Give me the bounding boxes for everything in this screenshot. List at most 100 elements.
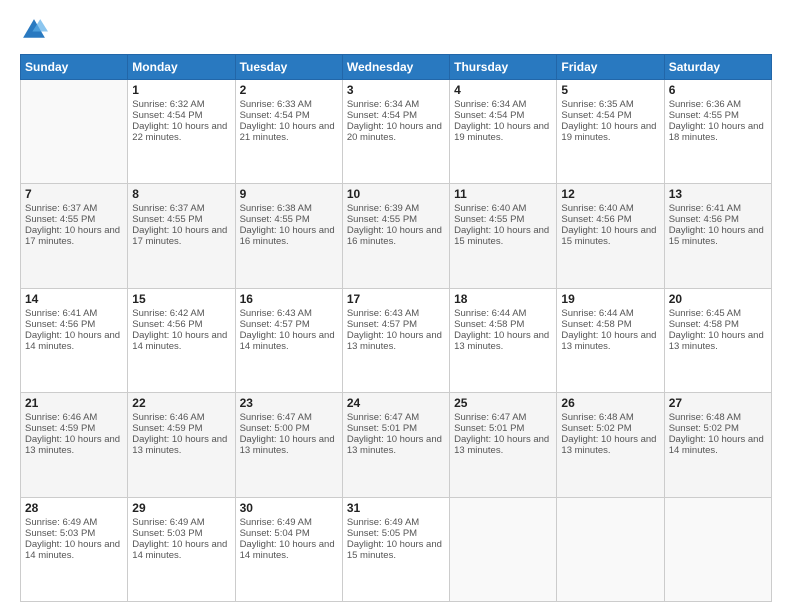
daylight: Daylight: 10 hours and 21 minutes.: [240, 121, 335, 143]
day-number: 21: [25, 396, 123, 410]
sunset: Sunset: 5:02 PM: [561, 423, 631, 434]
calendar-cell: 26 Sunrise: 6:48 AM Sunset: 5:02 PM Dayl…: [557, 393, 664, 497]
sunrise: Sunrise: 6:34 AM: [347, 99, 419, 110]
sunrise: Sunrise: 6:46 AM: [132, 412, 204, 423]
day-number: 7: [25, 187, 123, 201]
sunset: Sunset: 4:55 PM: [347, 214, 417, 225]
daylight: Daylight: 10 hours and 13 minutes.: [347, 434, 442, 456]
daylight: Daylight: 10 hours and 14 minutes.: [240, 539, 335, 561]
sunrise: Sunrise: 6:35 AM: [561, 99, 633, 110]
sunset: Sunset: 4:58 PM: [454, 319, 524, 330]
col-monday: Monday: [128, 55, 235, 80]
calendar-cell: 17 Sunrise: 6:43 AM Sunset: 4:57 PM Dayl…: [342, 288, 449, 392]
calendar-cell: 11 Sunrise: 6:40 AM Sunset: 4:55 PM Dayl…: [450, 184, 557, 288]
sunset: Sunset: 4:56 PM: [669, 214, 739, 225]
sunrise: Sunrise: 6:37 AM: [25, 203, 97, 214]
daylight: Daylight: 10 hours and 13 minutes.: [669, 330, 764, 352]
daylight: Daylight: 10 hours and 13 minutes.: [240, 434, 335, 456]
calendar-cell: 6 Sunrise: 6:36 AM Sunset: 4:55 PM Dayli…: [664, 80, 771, 184]
daylight: Daylight: 10 hours and 14 minutes.: [132, 539, 227, 561]
calendar-cell: 13 Sunrise: 6:41 AM Sunset: 4:56 PM Dayl…: [664, 184, 771, 288]
sunrise: Sunrise: 6:48 AM: [669, 412, 741, 423]
day-number: 13: [669, 187, 767, 201]
sunrise: Sunrise: 6:38 AM: [240, 203, 312, 214]
logo: [20, 16, 52, 44]
day-number: 20: [669, 292, 767, 306]
daylight: Daylight: 10 hours and 13 minutes.: [25, 434, 120, 456]
sunset: Sunset: 5:00 PM: [240, 423, 310, 434]
sunset: Sunset: 4:56 PM: [25, 319, 95, 330]
sunset: Sunset: 4:59 PM: [132, 423, 202, 434]
calendar-cell: [21, 80, 128, 184]
calendar-cell: 7 Sunrise: 6:37 AM Sunset: 4:55 PM Dayli…: [21, 184, 128, 288]
day-number: 30: [240, 501, 338, 515]
sunset: Sunset: 4:54 PM: [347, 110, 417, 121]
day-number: 14: [25, 292, 123, 306]
daylight: Daylight: 10 hours and 14 minutes.: [25, 539, 120, 561]
daylight: Daylight: 10 hours and 14 minutes.: [240, 330, 335, 352]
sunrise: Sunrise: 6:33 AM: [240, 99, 312, 110]
sunrise: Sunrise: 6:49 AM: [240, 517, 312, 528]
sunset: Sunset: 4:55 PM: [240, 214, 310, 225]
day-number: 5: [561, 83, 659, 97]
calendar-week-row: 1 Sunrise: 6:32 AM Sunset: 4:54 PM Dayli…: [21, 80, 772, 184]
col-wednesday: Wednesday: [342, 55, 449, 80]
calendar-header-row: Sunday Monday Tuesday Wednesday Thursday…: [21, 55, 772, 80]
calendar-cell: 9 Sunrise: 6:38 AM Sunset: 4:55 PM Dayli…: [235, 184, 342, 288]
calendar-cell: 18 Sunrise: 6:44 AM Sunset: 4:58 PM Dayl…: [450, 288, 557, 392]
day-number: 11: [454, 187, 552, 201]
col-tuesday: Tuesday: [235, 55, 342, 80]
sunrise: Sunrise: 6:47 AM: [347, 412, 419, 423]
daylight: Daylight: 10 hours and 19 minutes.: [561, 121, 656, 143]
daylight: Daylight: 10 hours and 15 minutes.: [454, 225, 549, 247]
sunrise: Sunrise: 6:39 AM: [347, 203, 419, 214]
sunrise: Sunrise: 6:37 AM: [132, 203, 204, 214]
daylight: Daylight: 10 hours and 14 minutes.: [25, 330, 120, 352]
calendar-cell: 21 Sunrise: 6:46 AM Sunset: 4:59 PM Dayl…: [21, 393, 128, 497]
sunrise: Sunrise: 6:49 AM: [25, 517, 97, 528]
sunset: Sunset: 4:57 PM: [347, 319, 417, 330]
sunset: Sunset: 5:03 PM: [25, 528, 95, 539]
sunset: Sunset: 4:55 PM: [25, 214, 95, 225]
sunrise: Sunrise: 6:41 AM: [669, 203, 741, 214]
calendar-cell: 12 Sunrise: 6:40 AM Sunset: 4:56 PM Dayl…: [557, 184, 664, 288]
page-header: [20, 16, 772, 44]
sunset: Sunset: 4:58 PM: [669, 319, 739, 330]
daylight: Daylight: 10 hours and 19 minutes.: [454, 121, 549, 143]
daylight: Daylight: 10 hours and 13 minutes.: [561, 330, 656, 352]
day-number: 8: [132, 187, 230, 201]
calendar-cell: 19 Sunrise: 6:44 AM Sunset: 4:58 PM Dayl…: [557, 288, 664, 392]
day-number: 4: [454, 83, 552, 97]
sunset: Sunset: 4:54 PM: [240, 110, 310, 121]
daylight: Daylight: 10 hours and 13 minutes.: [132, 434, 227, 456]
day-number: 31: [347, 501, 445, 515]
sunset: Sunset: 5:01 PM: [454, 423, 524, 434]
calendar-cell: [664, 497, 771, 601]
daylight: Daylight: 10 hours and 20 minutes.: [347, 121, 442, 143]
sunrise: Sunrise: 6:44 AM: [561, 308, 633, 319]
calendar-cell: 25 Sunrise: 6:47 AM Sunset: 5:01 PM Dayl…: [450, 393, 557, 497]
day-number: 9: [240, 187, 338, 201]
calendar-cell: [557, 497, 664, 601]
logo-icon: [20, 16, 48, 44]
sunrise: Sunrise: 6:32 AM: [132, 99, 204, 110]
sunset: Sunset: 4:58 PM: [561, 319, 631, 330]
sunset: Sunset: 4:56 PM: [561, 214, 631, 225]
sunrise: Sunrise: 6:40 AM: [454, 203, 526, 214]
day-number: 18: [454, 292, 552, 306]
day-number: 16: [240, 292, 338, 306]
day-number: 1: [132, 83, 230, 97]
calendar-week-row: 14 Sunrise: 6:41 AM Sunset: 4:56 PM Dayl…: [21, 288, 772, 392]
day-number: 27: [669, 396, 767, 410]
daylight: Daylight: 10 hours and 16 minutes.: [240, 225, 335, 247]
sunrise: Sunrise: 6:49 AM: [132, 517, 204, 528]
day-number: 29: [132, 501, 230, 515]
daylight: Daylight: 10 hours and 13 minutes.: [454, 434, 549, 456]
calendar-cell: 4 Sunrise: 6:34 AM Sunset: 4:54 PM Dayli…: [450, 80, 557, 184]
sunrise: Sunrise: 6:43 AM: [240, 308, 312, 319]
calendar-week-row: 28 Sunrise: 6:49 AM Sunset: 5:03 PM Dayl…: [21, 497, 772, 601]
daylight: Daylight: 10 hours and 15 minutes.: [669, 225, 764, 247]
calendar-cell: 20 Sunrise: 6:45 AM Sunset: 4:58 PM Dayl…: [664, 288, 771, 392]
sunrise: Sunrise: 6:48 AM: [561, 412, 633, 423]
calendar: Sunday Monday Tuesday Wednesday Thursday…: [20, 54, 772, 602]
